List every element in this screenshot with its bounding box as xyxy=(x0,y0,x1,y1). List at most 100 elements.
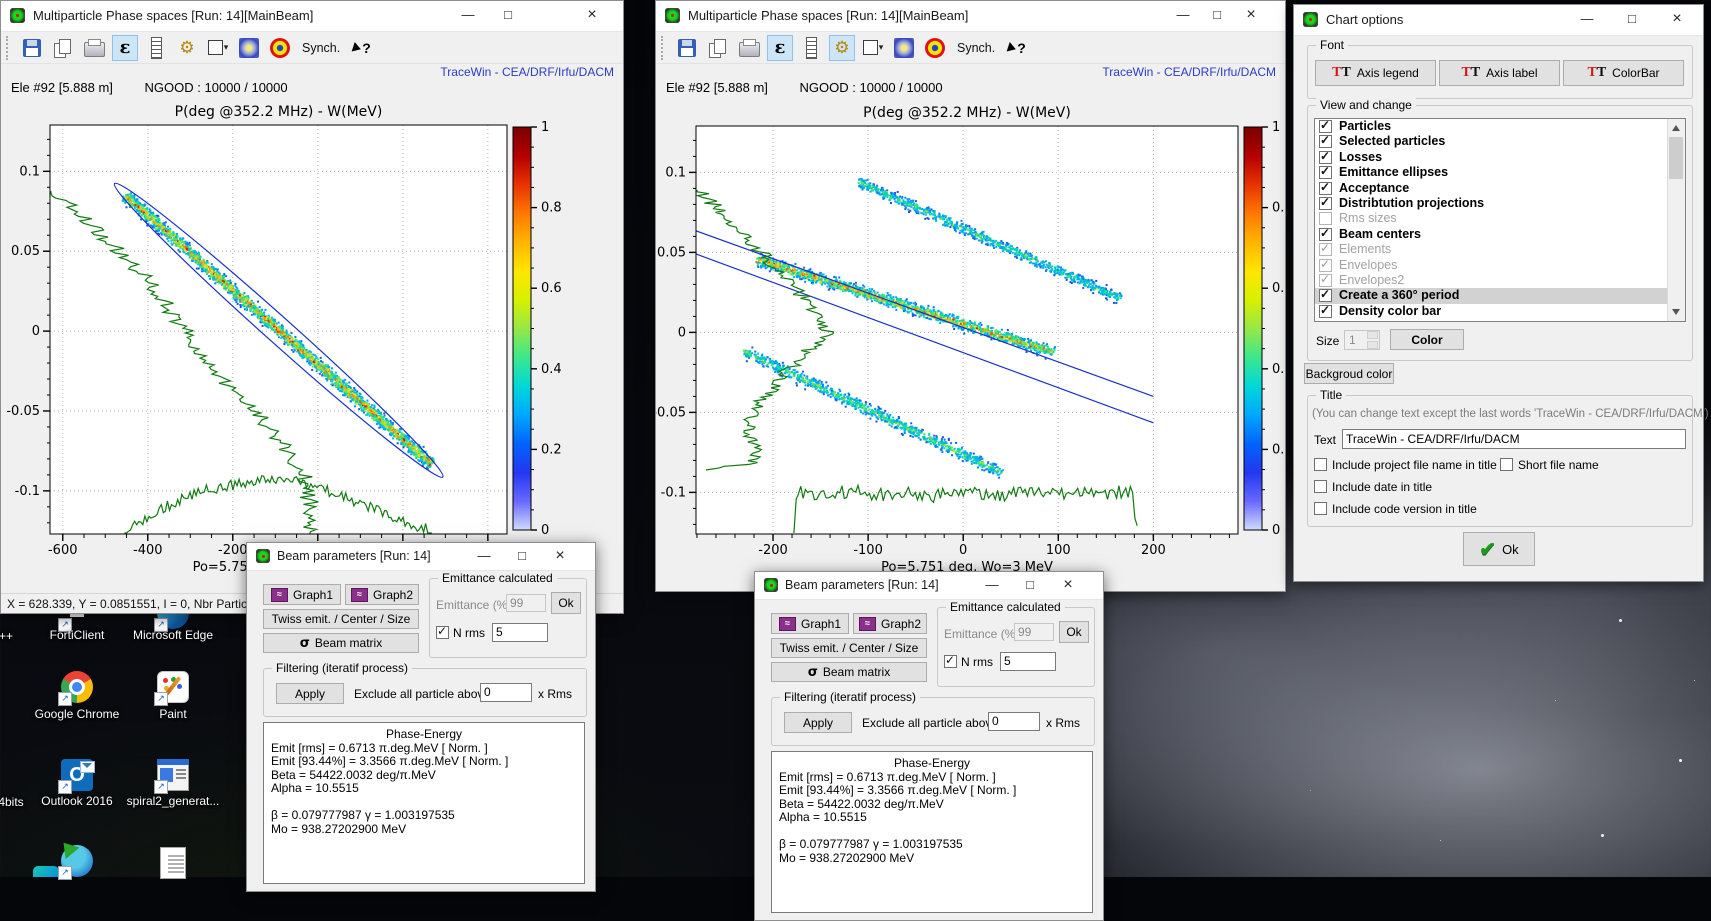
view-option-losses[interactable]: ✓Losses xyxy=(1315,150,1685,165)
checkbox[interactable]: ✓ xyxy=(1319,166,1332,179)
spin-up-icon[interactable] xyxy=(1367,331,1378,339)
exclude-input[interactable]: 0 xyxy=(988,712,1040,731)
emittance-button[interactable]: ε xyxy=(112,35,138,61)
chart-options-button[interactable]: ⚙ xyxy=(829,35,855,61)
print-button[interactable] xyxy=(81,35,107,61)
apply-button[interactable]: Apply xyxy=(784,712,852,733)
chart-options-button[interactable]: ⚙ xyxy=(174,35,200,61)
apply-button[interactable]: Apply xyxy=(276,683,344,704)
close-button[interactable]: × xyxy=(1053,572,1083,598)
maximize-button[interactable]: □ xyxy=(491,1,525,29)
maximize-button[interactable]: □ xyxy=(1615,5,1649,33)
view-option-particles[interactable]: ✓Particles xyxy=(1315,119,1685,134)
target-view-button[interactable] xyxy=(922,35,948,61)
view-option-emittance-ellipses[interactable]: ✓Emittance ellipses xyxy=(1315,165,1685,180)
emittance-percent-input[interactable]: 99 xyxy=(506,594,546,612)
partial-icon-label[interactable]: ++ xyxy=(0,629,16,643)
minimize-button[interactable]: — xyxy=(1570,5,1604,33)
phase-space-plot-1[interactable]: P(deg @352.2 MHz) - W(MeV)-600-400-20002… xyxy=(1,97,623,593)
checkbox[interactable] xyxy=(1319,212,1332,225)
icon-label[interactable]: Microsoft Edge xyxy=(123,628,223,642)
desktop-icon-document[interactable] xyxy=(157,847,189,879)
save-button[interactable] xyxy=(19,35,45,61)
partial-icon-label[interactable]: 4bits xyxy=(0,795,28,809)
copy-button[interactable] xyxy=(705,35,731,61)
colorbar-font-button[interactable]: TT ColorBar xyxy=(1563,60,1684,86)
view-option-rms-sizes[interactable]: Rms sizes xyxy=(1315,211,1685,226)
emittance-button[interactable]: ε xyxy=(767,35,793,61)
axis-legend-font-button[interactable]: TT Axis legend xyxy=(1315,60,1436,86)
checkbox[interactable]: ✓ xyxy=(1319,259,1332,272)
checkbox[interactable]: ✓ xyxy=(1319,305,1332,318)
title-bar[interactable]: Chart options — □ × xyxy=(1294,5,1703,36)
maximize-button[interactable]: □ xyxy=(507,543,537,569)
density-view-button[interactable] xyxy=(891,35,917,61)
view-option-selected-particles[interactable]: ✓Selected particles xyxy=(1315,134,1685,149)
view-option-envelopes[interactable]: ✓Envelopes xyxy=(1315,258,1685,273)
title-bar[interactable]: Beam parameters [Run: 14] — □ × xyxy=(247,543,595,571)
ok-button[interactable]: ✔ Ok xyxy=(1463,532,1535,566)
short-file-name-checkbox[interactable] xyxy=(1500,458,1513,471)
checkbox[interactable]: ✓ xyxy=(1319,243,1332,256)
emittance-percent-input[interactable]: 99 xyxy=(1014,623,1054,641)
context-help-button[interactable]: ? xyxy=(353,40,371,56)
icon-label[interactable]: Google Chrome xyxy=(27,707,127,721)
graph2-button[interactable]: ≈Graph2 xyxy=(853,613,927,634)
close-button[interactable]: × xyxy=(575,1,609,29)
title-bar[interactable]: Beam parameters [Run: 14] — □ × xyxy=(755,572,1103,600)
color-button[interactable]: Color xyxy=(1390,329,1464,350)
checkbox[interactable]: ✓ xyxy=(1319,151,1332,164)
twiss-button[interactable]: Twiss emit. / Center / Size xyxy=(263,609,419,629)
context-help-button[interactable]: ? xyxy=(1008,40,1026,56)
scroll-down-icon[interactable] xyxy=(1672,309,1680,315)
ok-button[interactable]: Ok xyxy=(1059,621,1089,643)
checkbox[interactable]: ✓ xyxy=(1319,289,1332,302)
synch-label[interactable]: Synch. xyxy=(957,41,995,55)
maximize-button[interactable]: □ xyxy=(1015,572,1045,598)
copy-button[interactable] xyxy=(50,35,76,61)
marker-shape-button[interactable]: ▾ xyxy=(205,35,231,61)
view-option-beam-centers[interactable]: ✓Beam centers xyxy=(1315,227,1685,242)
density-view-button[interactable] xyxy=(236,35,262,61)
checkbox[interactable]: ✓ xyxy=(1319,182,1332,195)
beam-matrix-button[interactable]: σBeam matrix xyxy=(771,662,927,682)
view-option-density-color-bar[interactable]: ✓Density color bar xyxy=(1315,304,1685,319)
maximize-button[interactable]: □ xyxy=(1200,1,1234,29)
include-version-checkbox[interactable] xyxy=(1314,502,1327,515)
toolbar-grip[interactable] xyxy=(6,36,11,60)
size-spinner[interactable]: 1 xyxy=(1344,330,1380,350)
marker-shape-button[interactable]: ▾ xyxy=(860,35,886,61)
graph1-button[interactable]: ≈Graph1 xyxy=(771,613,849,634)
scroll-up-icon[interactable] xyxy=(1672,125,1680,131)
checkbox[interactable]: ✓ xyxy=(1319,120,1332,133)
nrms-checkbox[interactable]: ✓ xyxy=(436,626,449,639)
title-bar[interactable]: Multiparticle Phase spaces [Run: 14][Mai… xyxy=(1,1,623,32)
ok-button[interactable]: Ok xyxy=(551,592,581,614)
view-option-distribtution-projections[interactable]: ✓Distribtution projections xyxy=(1315,196,1685,211)
scale-button[interactable] xyxy=(143,35,169,61)
view-option-acceptance[interactable]: ✓Acceptance xyxy=(1315,181,1685,196)
desktop-icon-google-chrome[interactable]: ↗ xyxy=(61,671,93,703)
checkbox[interactable]: ✓ xyxy=(1319,197,1332,210)
icon-label[interactable]: FortiClient xyxy=(27,628,127,642)
axis-label-font-button[interactable]: TT Axis label xyxy=(1439,60,1560,86)
close-button[interactable]: × xyxy=(1234,1,1268,29)
close-button[interactable]: × xyxy=(545,543,575,569)
view-option-create-a-360-period[interactable]: ✓Create a 360° period xyxy=(1315,288,1685,303)
nrms-input[interactable]: 5 xyxy=(492,623,548,642)
desktop-icon-globe[interactable]: ↗ xyxy=(61,845,93,877)
scale-button[interactable] xyxy=(798,35,824,61)
include-date-checkbox[interactable] xyxy=(1314,480,1327,493)
title-bar[interactable]: Multiparticle Phase spaces [Run: 14][Mai… xyxy=(656,1,1285,32)
nrms-input[interactable]: 5 xyxy=(1000,652,1056,671)
desktop-icon-paint[interactable]: ↗ xyxy=(157,671,189,703)
scrollbar[interactable] xyxy=(1667,119,1685,321)
desktop-icon-outlook[interactable]: O↗ xyxy=(61,759,93,791)
title-text-input[interactable]: TraceWin - CEA/DRF/Irfu/DACM xyxy=(1342,429,1686,449)
checkbox[interactable]: ✓ xyxy=(1319,135,1332,148)
minimize-button[interactable]: — xyxy=(1166,1,1200,29)
twiss-button[interactable]: Twiss emit. / Center / Size xyxy=(771,638,927,658)
minimize-button[interactable]: — xyxy=(977,572,1007,598)
nrms-checkbox[interactable]: ✓ xyxy=(944,655,957,668)
spin-down-icon[interactable] xyxy=(1367,341,1378,349)
